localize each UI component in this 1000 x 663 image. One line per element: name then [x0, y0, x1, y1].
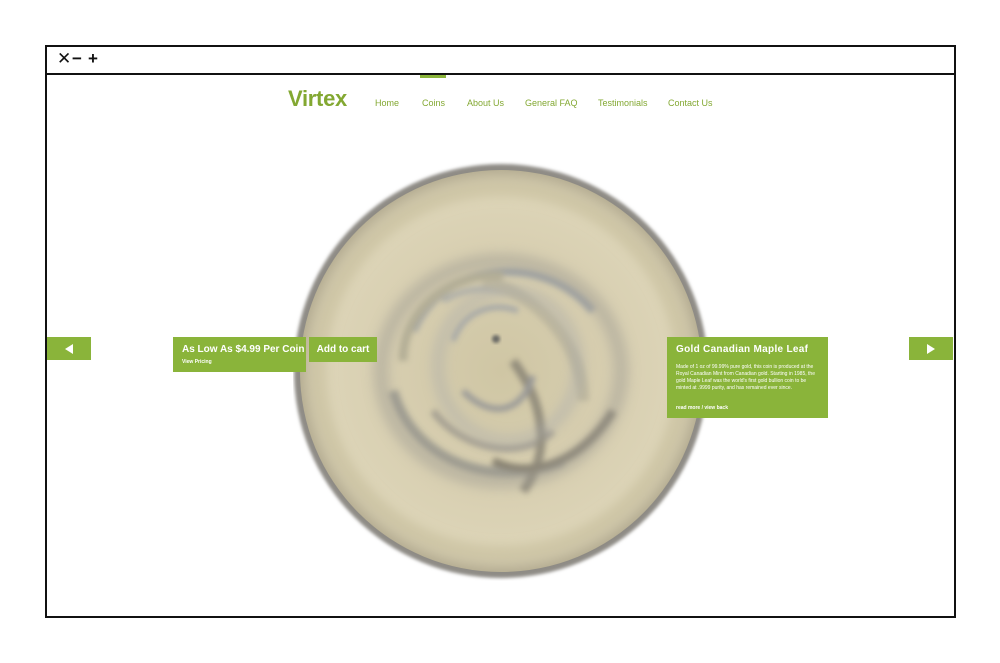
price-title: As Low As $4.99 Per Coin — [182, 344, 305, 355]
nav-item-coins[interactable]: Coins — [422, 98, 445, 108]
left-arrow-icon — [65, 344, 73, 354]
minimize-icon[interactable]: − — [72, 49, 82, 69]
add-to-cart-button[interactable]: Add to cart — [309, 337, 377, 362]
nav-item-general-faq[interactable]: General FAQ — [525, 98, 578, 108]
nav-item-about-us[interactable]: About Us — [467, 98, 504, 108]
product-info-panel: Gold Canadian Maple Leaf Made of 1 oz of… — [667, 337, 828, 418]
close-icon[interactable]: ✕ — [57, 49, 71, 69]
read-more-link[interactable]: read more / view back — [676, 405, 728, 411]
logo[interactable]: Virtex — [288, 86, 347, 112]
window-titlebar: ✕ − + — [47, 47, 954, 75]
nav-item-contact-us[interactable]: Contact Us — [668, 98, 713, 108]
product-name: Gold Canadian Maple Leaf — [676, 344, 809, 355]
page-content: Virtex Home Coins About Us General FAQ T… — [47, 75, 954, 616]
nav-item-home[interactable]: Home — [375, 98, 399, 108]
view-pricing-link[interactable]: View Pricing — [182, 359, 212, 365]
nav-item-testimonials[interactable]: Testimonials — [598, 98, 648, 108]
right-arrow-icon — [927, 344, 935, 354]
maximize-icon[interactable]: + — [88, 49, 98, 69]
prev-slide-button[interactable] — [47, 337, 91, 360]
next-slide-button[interactable] — [909, 337, 953, 360]
browser-window: ✕ − + Virtex Home Coins About Us General… — [45, 45, 956, 618]
price-panel: As Low As $4.99 Per Coin View Pricing — [173, 337, 306, 372]
coin-image — [294, 164, 708, 578]
active-nav-indicator — [420, 75, 446, 78]
product-description: Made of 1 oz of 99.99% pure gold, this c… — [676, 364, 815, 391]
